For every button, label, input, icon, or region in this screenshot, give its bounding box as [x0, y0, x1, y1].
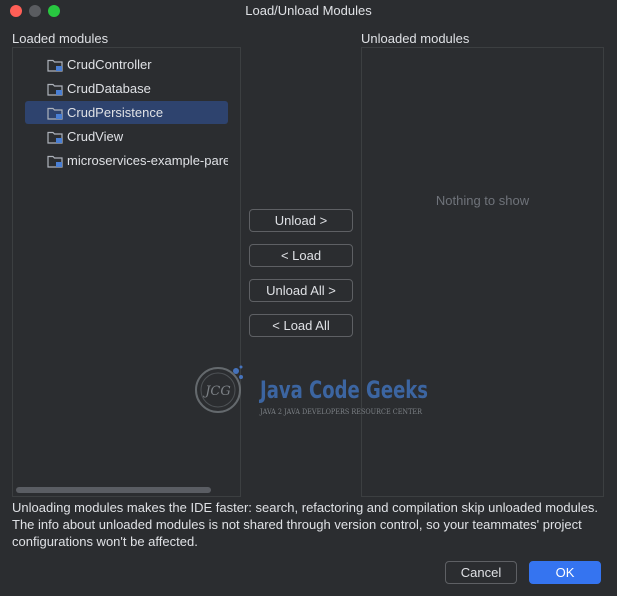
cancel-button[interactable]: Cancel [445, 561, 517, 584]
unload-button[interactable]: Unload > [249, 209, 353, 232]
list-item-label: microservices-example-parent [67, 153, 228, 168]
module-folder-icon [47, 83, 63, 96]
list-item-label: CrudDatabase [67, 81, 151, 96]
list-item-crudview[interactable]: CrudView [25, 125, 228, 148]
list-item-cruddatabase[interactable]: CrudDatabase [25, 77, 228, 100]
list-item-label: CrudView [67, 129, 124, 144]
module-folder-icon [47, 107, 63, 120]
info-text: Unloading modules makes the IDE faster: … [12, 500, 599, 549]
list-item-microservices-example-parent[interactable]: microservices-example-parent [25, 149, 228, 172]
logo-text: JCG [202, 384, 231, 399]
module-folder-icon [47, 59, 63, 72]
list-item-label: CrudController [67, 57, 152, 72]
unloaded-modules-label: Unloaded modules [361, 31, 470, 46]
watermark-logo: JCG Java Code Geeks JAVA 2 JAVA DEVELOPE… [188, 362, 433, 432]
list-item-crudcontroller[interactable]: CrudController [25, 53, 228, 76]
unload-all-button[interactable]: Unload All > [249, 279, 353, 302]
list-item-crudpersistence[interactable]: CrudPersistence [25, 101, 228, 124]
tagline-text: JAVA 2 JAVA DEVELOPERS RESOURCE CENTER [259, 408, 423, 416]
jcg-logo-icon: JCG Java Code Geeks JAVA 2 JAVA DEVELOPE… [195, 365, 428, 416]
list-item-label: CrudPersistence [67, 105, 164, 120]
load-button[interactable]: < Load [249, 244, 353, 267]
ok-button[interactable]: OK [529, 561, 601, 584]
empty-list-text: Nothing to show [435, 193, 530, 208]
load-all-button[interactable]: < Load All [249, 314, 353, 337]
loaded-modules-label: Loaded modules [12, 31, 109, 46]
module-folder-icon [47, 131, 63, 144]
module-folder-icon [47, 155, 63, 168]
horizontal-scrollbar[interactable] [16, 487, 211, 493]
title-bar: Load/Unload Modules [0, 0, 617, 22]
window-title: Load/Unload Modules [245, 3, 372, 18]
brand-text: Java Code Geeks [258, 376, 428, 404]
